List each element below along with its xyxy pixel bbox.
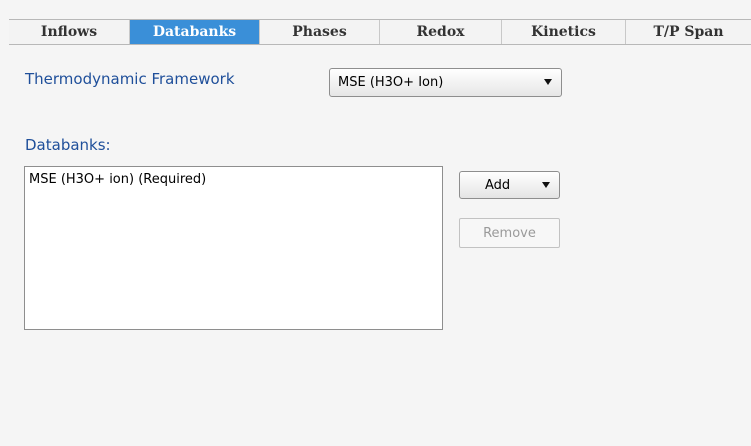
list-item[interactable]: MSE (H3O+ ion) (Required): [29, 171, 438, 189]
add-button[interactable]: Add: [459, 171, 560, 199]
tab-databanks[interactable]: Databanks: [130, 20, 260, 44]
remove-button: Remove: [459, 218, 560, 248]
tab-strip: Inflows Databanks Phases Redox Kinetics …: [9, 19, 751, 45]
tab-redox[interactable]: Redox: [380, 20, 502, 44]
add-button-label: Add: [485, 177, 511, 193]
framework-selected-value: MSE (H3O+ Ion): [338, 75, 444, 90]
tab-inflows[interactable]: Inflows: [9, 20, 130, 44]
thermodynamic-framework-label: Thermodynamic Framework: [25, 70, 235, 88]
tab-tp-span[interactable]: T/P Span: [626, 20, 751, 44]
thermodynamic-framework-select[interactable]: MSE (H3O+ Ion): [329, 68, 562, 97]
databanks-label: Databanks:: [25, 136, 111, 154]
tab-kinetics[interactable]: Kinetics: [502, 20, 626, 44]
databanks-list[interactable]: MSE (H3O+ ion) (Required): [24, 166, 443, 330]
chevron-down-icon: [542, 182, 550, 188]
databanks-panel: Inflows Databanks Phases Redox Kinetics …: [0, 0, 751, 446]
chevron-down-icon: [544, 79, 552, 85]
tab-phases[interactable]: Phases: [260, 20, 380, 44]
